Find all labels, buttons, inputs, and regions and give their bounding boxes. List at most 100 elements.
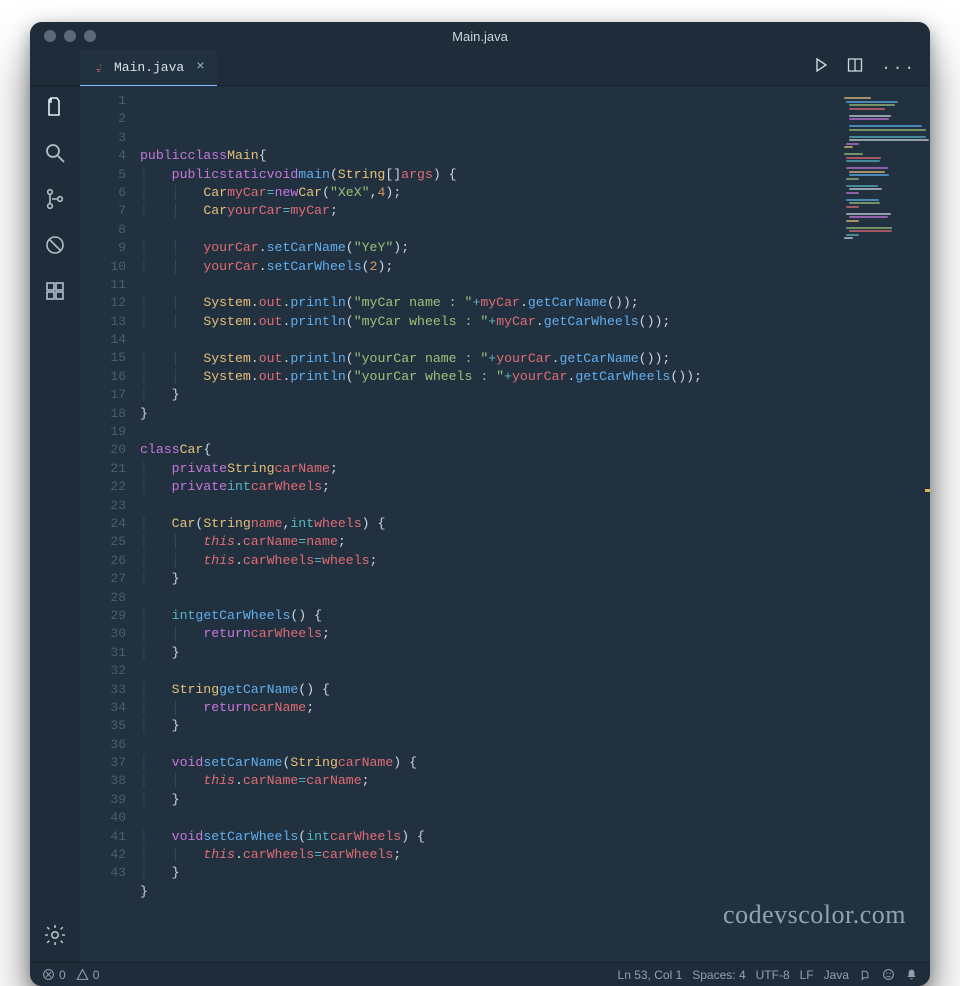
- code-line[interactable]: class Car {: [140, 441, 930, 459]
- code-line[interactable]: [140, 736, 930, 754]
- source-control-icon[interactable]: [42, 186, 68, 212]
- status-bell-icon[interactable]: [905, 968, 918, 981]
- code-line[interactable]: [140, 589, 930, 607]
- code-line[interactable]: │ │ return carWheels;: [140, 625, 930, 643]
- line-number: 1: [80, 92, 126, 110]
- status-feedback-icon[interactable]: [859, 968, 872, 981]
- line-number: 6: [80, 184, 126, 202]
- explorer-icon[interactable]: [42, 94, 68, 120]
- code-line[interactable]: │ public static void main(String[] args)…: [140, 166, 930, 184]
- line-number: 28: [80, 589, 126, 607]
- vscode-window: Main.java Main.java × ···: [30, 22, 930, 986]
- code-line[interactable]: │ private String carName;: [140, 460, 930, 478]
- line-number: 38: [80, 772, 126, 790]
- editor[interactable]: 1234567891011121314151617181920212223242…: [80, 86, 930, 962]
- status-warnings-count: 0: [93, 968, 100, 982]
- code-line[interactable]: │ │ return carName;: [140, 699, 930, 717]
- code-line[interactable]: }: [140, 883, 930, 901]
- status-spaces[interactable]: Spaces: 4: [692, 968, 745, 982]
- code-line[interactable]: │ │ this.carWheels = carWheels;: [140, 846, 930, 864]
- code-line[interactable]: [140, 276, 930, 294]
- code-line[interactable]: }: [140, 405, 930, 423]
- code-line[interactable]: public class Main {: [140, 147, 930, 165]
- activity-bar: [30, 86, 80, 962]
- code-area[interactable]: public class Main {│ public static void …: [136, 86, 930, 962]
- search-icon[interactable]: [42, 140, 68, 166]
- line-number: 39: [80, 791, 126, 809]
- line-number: 36: [80, 736, 126, 754]
- code-line[interactable]: │ │ System.out.println("yourCar name : "…: [140, 350, 930, 368]
- line-number: 14: [80, 331, 126, 349]
- close-tab-icon[interactable]: ×: [196, 59, 204, 75]
- code-line[interactable]: [140, 423, 930, 441]
- code-line[interactable]: │ │ this.carName = name;: [140, 533, 930, 551]
- code-line[interactable]: [140, 901, 930, 919]
- line-number: 33: [80, 681, 126, 699]
- code-line[interactable]: │ void setCarWheels(int carWheels) {: [140, 828, 930, 846]
- line-number: 24: [80, 515, 126, 533]
- split-editor-icon[interactable]: [847, 57, 863, 78]
- code-line[interactable]: │ private int carWheels;: [140, 478, 930, 496]
- status-encoding[interactable]: UTF-8: [756, 968, 790, 982]
- status-cursor[interactable]: Ln 53, Col 1: [618, 968, 683, 982]
- code-line[interactable]: [140, 221, 930, 239]
- code-line[interactable]: │ }: [140, 570, 930, 588]
- code-line[interactable]: [140, 129, 930, 147]
- line-number: 4: [80, 147, 126, 165]
- line-number: 7: [80, 202, 126, 220]
- code-line[interactable]: │ │ System.out.println("yourCar wheels :…: [140, 368, 930, 386]
- line-number: 34: [80, 699, 126, 717]
- extensions-icon[interactable]: [42, 278, 68, 304]
- line-number: 2: [80, 110, 126, 128]
- more-actions-icon[interactable]: ···: [881, 59, 916, 77]
- code-line[interactable]: [140, 662, 930, 680]
- code-line[interactable]: [140, 497, 930, 515]
- line-number: 41: [80, 828, 126, 846]
- overview-ruler-marker: [925, 489, 930, 492]
- debug-icon[interactable]: [42, 232, 68, 258]
- line-number: 15: [80, 349, 126, 367]
- run-icon[interactable]: [813, 57, 829, 78]
- line-number: 27: [80, 570, 126, 588]
- titlebar[interactable]: Main.java: [30, 22, 930, 50]
- line-number: 30: [80, 625, 126, 643]
- line-number: 5: [80, 166, 126, 184]
- code-line[interactable]: [140, 809, 930, 827]
- status-problems[interactable]: 0 0: [42, 968, 99, 982]
- status-language[interactable]: Java: [824, 968, 849, 982]
- status-errors-count: 0: [59, 968, 66, 982]
- code-line[interactable]: [140, 331, 930, 349]
- code-line[interactable]: │ void setCarName(String carName) {: [140, 754, 930, 772]
- code-line[interactable]: │ │ Car yourCar = myCar;: [140, 202, 930, 220]
- code-line[interactable]: │ │ this.carWheels = wheels;: [140, 552, 930, 570]
- code-line[interactable]: │ │ this.carName = carName;: [140, 772, 930, 790]
- code-line[interactable]: │ │ Car myCar = new Car("XeX", 4);: [140, 184, 930, 202]
- code-line[interactable]: │ │ System.out.println("myCar name : " +…: [140, 294, 930, 312]
- code-line[interactable]: │ }: [140, 791, 930, 809]
- line-number: 20: [80, 441, 126, 459]
- line-number: 32: [80, 662, 126, 680]
- code-line[interactable]: │ │ System.out.println("myCar wheels : "…: [140, 313, 930, 331]
- line-number: 10: [80, 258, 126, 276]
- line-number: 9: [80, 239, 126, 257]
- code-line[interactable]: │ }: [140, 864, 930, 882]
- code-line[interactable]: │ }: [140, 644, 930, 662]
- status-smiley-icon[interactable]: [882, 968, 895, 981]
- code-line[interactable]: │ int getCarWheels() {: [140, 607, 930, 625]
- code-line[interactable]: │ │ yourCar.setCarWheels(2);: [140, 258, 930, 276]
- warning-icon: [76, 968, 89, 981]
- code-line[interactable]: │ }: [140, 386, 930, 404]
- line-number: 42: [80, 846, 126, 864]
- line-number: 25: [80, 533, 126, 551]
- line-number: 3: [80, 129, 126, 147]
- status-eol[interactable]: LF: [800, 968, 814, 982]
- line-number: 23: [80, 497, 126, 515]
- tab-main-java[interactable]: Main.java ×: [80, 50, 217, 86]
- code-line[interactable]: │ │ yourCar.setCarName("YeY");: [140, 239, 930, 257]
- code-line[interactable]: │ Car(String name, int wheels) {: [140, 515, 930, 533]
- code-line[interactable]: │ String getCarName() {: [140, 681, 930, 699]
- settings-gear-icon[interactable]: [42, 922, 68, 948]
- line-number: 31: [80, 644, 126, 662]
- line-number: 16: [80, 368, 126, 386]
- code-line[interactable]: │ }: [140, 717, 930, 735]
